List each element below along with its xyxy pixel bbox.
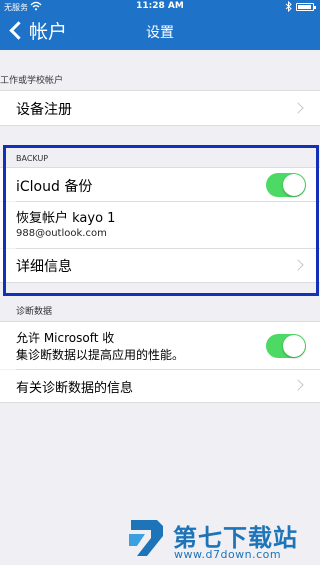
device-registration-label: 设备注册 [16,102,72,118]
watermark-url: www.d7down.com [174,548,282,561]
divider [0,402,320,403]
restore-account-row[interactable]: 恢复帐户 kayo 1 988@outlook.com [0,202,320,248]
device-registration-row[interactable]: 设备注册 [0,91,320,125]
allow-collect-label-line1: 允许 Microsoft 收 [16,331,115,345]
section-header-diagnostics: 诊断数据 [16,307,53,317]
chevron-right-icon [292,379,304,391]
divider [0,282,320,283]
allow-collect-toggle[interactable] [266,334,306,358]
battery-icon [296,3,316,11]
details-label: 详细信息 [16,259,72,275]
icloud-backup-row: iCloud 备份 [0,168,320,201]
status-bar: 无服务 11:28 AM [0,0,320,14]
about-data-label: 有关诊断数据的信息 [16,381,134,396]
restore-account-label: 恢复帐户 kayo 1 [16,211,116,226]
bluetooth-icon [285,0,292,14]
status-time: 11:28 AM [136,1,184,11]
allow-collect-label-line2: 集诊断数据以提高应用的性能。 [16,348,185,362]
allow-collect-row: 允许 Microsoft 收 集诊断数据以提高应用的性能。 [0,322,320,369]
icloud-backup-toggle[interactable] [266,173,306,197]
restore-account-email: 988@outlook.com [16,228,107,239]
section-header-work-school: 工作或学校帐户 [0,76,64,86]
divider [0,125,320,126]
details-row[interactable]: 详细信息 [0,249,320,282]
about-data-row[interactable]: 有关诊断数据的信息 [0,370,320,402]
icloud-backup-label: iCloud 备份 [16,179,93,195]
navigation-bar: 帐户 设置 [0,14,320,50]
page-title: 设置 [146,25,174,41]
chevron-right-icon [292,259,304,271]
watermark-logo-icon [129,520,163,556]
watermark: 第七下载站 www.d7down.com [127,508,317,564]
chevron-right-icon [292,102,304,114]
section-header-backup: BACKUP [16,154,49,163]
